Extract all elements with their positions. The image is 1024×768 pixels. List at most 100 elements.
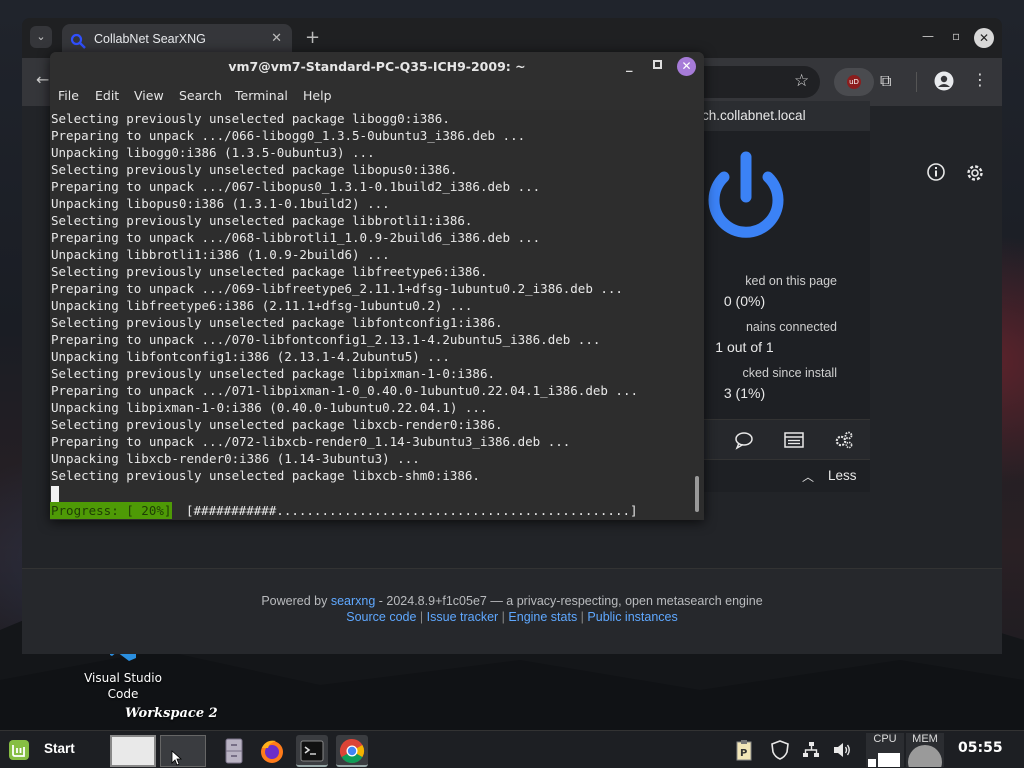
browser-menu-icon[interactable]: ⋮ [972,70,988,89]
menu-terminal[interactable]: Terminal [235,88,288,103]
start-button[interactable]: Start [8,737,98,763]
cpu-label: CPU [873,733,897,745]
footer-powered-text: Powered by [261,594,328,608]
terminal-scrollbar[interactable] [695,476,699,512]
terminal-line: Unpacking libogg0:i386 (1.3.5-0ubuntu3) … [51,145,375,160]
tab-close-icon[interactable]: ✕ [271,31,282,46]
firefox-icon [261,740,283,763]
tab-search-button[interactable]: ⌄ [30,26,52,48]
svg-text:P: P [740,748,747,759]
terminal-line: Unpacking libxcb-render0:i386 (1.14-3ubu… [51,451,420,466]
menu-edit[interactable]: Edit [95,88,119,103]
logger-list-icon[interactable] [784,430,804,450]
less-label: Less [828,468,857,483]
terminal-menubar: File Edit View Search Terminal Help [50,82,704,110]
terminal-title: vm7@vm7-Standard-PC-Q35-ICH9-2009: ~ [228,59,526,74]
terminal-line: Unpacking libopus0:i386 (1.3.1-0.1build2… [51,196,390,211]
terminal-minimize-icon[interactable]: _ [626,58,633,73]
stat-label-blocked-page: ked on this page [745,274,837,288]
searxng-favicon-icon [70,33,86,49]
terminal-cursor [51,486,59,502]
cpu-bar [878,753,900,767]
terminal-line: Selecting previously unselected package … [51,111,450,126]
progress-label: Progress: [ 20%] [50,502,173,519]
footer-separator: | [498,610,509,624]
terminal-icon [300,740,324,762]
footer-version-text: - 2024.8.9+f1c05e7 — a privacy-respectin… [375,594,763,608]
menu-help[interactable]: Help [303,88,332,103]
searxng-link[interactable]: searxng [331,594,375,608]
profile-icon[interactable] [934,71,954,91]
stat-label-blocked-install: cked since install [742,366,838,380]
comment-icon[interactable] [734,430,754,450]
maximize-icon[interactable]: ▫ [952,29,960,43]
terminal-line: Unpacking libbrotli1:i386 (1.0.9-2build6… [51,247,390,262]
terminal-close-button[interactable]: ✕ [677,57,696,76]
terminal-window: vm7@vm7-Standard-PC-Q35-ICH9-2009: ~ _ ✕… [50,52,704,520]
public-instances-link[interactable]: Public instances [587,610,677,624]
mem-label: MEM [912,733,938,745]
taskbar: Start P CPU MEM 05:55 [0,730,1024,768]
source-code-link[interactable]: Source code [346,610,416,624]
terminal-line: Preparing to unpack .../070-libfontconfi… [51,332,601,347]
menu-search[interactable]: Search [179,88,222,103]
ublock-icon: uD [847,75,861,89]
desktop-icon-label: Visual Studio Code [84,671,162,701]
terminal-line: Preparing to unpack .../072-libxcb-rende… [51,434,571,449]
volume-icon[interactable] [832,739,852,761]
tab-title: CollabNet SearXNG [94,32,206,46]
mem-monitor[interactable]: MEM [906,733,944,767]
taskbar-file-manager[interactable] [218,735,250,767]
extensions-puzzle-icon[interactable]: ⧉ [880,71,891,91]
progress-bar: [###########............................… [186,503,638,518]
stat-value-blocked-install: 3 (1%) [723,385,766,401]
taskbar-terminal[interactable] [296,735,328,767]
toolbar-divider [916,72,917,92]
ublock-extension-button[interactable]: uD [834,68,874,96]
start-label: Start [44,741,75,756]
workspace-1-button[interactable] [110,735,156,767]
power-toggle-icon[interactable] [702,145,797,245]
mouse-pointer-icon [171,750,183,766]
shield-icon[interactable] [770,739,790,761]
chevron-up-icon: ︿ [802,470,815,484]
menu-file[interactable]: File [58,88,79,103]
engine-stats-link[interactable]: Engine stats [508,610,577,624]
terminal-maximize-icon[interactable] [653,60,662,69]
footer-separator: | [577,610,588,624]
menu-view[interactable]: View [134,88,164,103]
apt-progress: Progress: [ 20%] [###########...........… [50,502,704,519]
stat-value-blocked-page: 0 (0%) [723,293,766,309]
cpu-monitor[interactable]: CPU [866,733,904,767]
issue-tracker-link[interactable]: Issue tracker [427,610,499,624]
chrome-icon [339,739,365,764]
new-tab-button[interactable]: + [305,27,320,48]
terminal-line: Unpacking libfreetype6:i386 (2.11.1+dfsg… [51,298,473,313]
ublock-less-toggle[interactable]: ︿ Less [702,459,870,492]
footer-powered-by: Powered by searxng - 2024.8.9+f1c05e7 — … [22,594,1002,608]
dashboard-gears-icon[interactable] [834,430,854,450]
stat-value-domains: 1 out of 1 [715,339,774,355]
terminal-line: Unpacking libpixman-1-0:i386 (0.40.0-1ub… [51,400,488,415]
bookmark-star-icon[interactable]: ☆ [794,71,809,91]
terminal-line: Preparing to unpack .../067-libopus0_1.3… [51,179,541,194]
ublock-hostname: ch.collabnet.local [702,108,806,123]
minimize-icon[interactable]: — [922,29,934,43]
terminal-line: Selecting previously unselected package … [51,264,488,279]
terminal-output[interactable]: Selecting previously unselected package … [50,110,704,520]
terminal-titlebar[interactable]: vm7@vm7-Standard-PC-Q35-ICH9-2009: ~ _ ✕ [50,52,704,82]
info-icon[interactable] [926,162,946,182]
back-arrow-icon[interactable]: ← [36,70,49,89]
footer-separator: | [416,610,427,624]
browser-close-button[interactable]: ✕ [974,28,994,48]
network-icon[interactable] [801,739,821,761]
terminal-line: Selecting previously unselected package … [51,213,473,228]
ublock-popup-header: ch.collabnet.local [702,101,870,131]
taskbar-chrome[interactable] [336,735,368,767]
clipboard-icon[interactable]: P [734,739,754,761]
clock[interactable]: 05:55 [958,740,1003,756]
workspace-2-button[interactable] [160,735,206,767]
taskbar-firefox[interactable] [256,735,288,767]
settings-gear-icon[interactable] [964,162,986,184]
workspace-label: Workspace 2 [125,706,218,721]
